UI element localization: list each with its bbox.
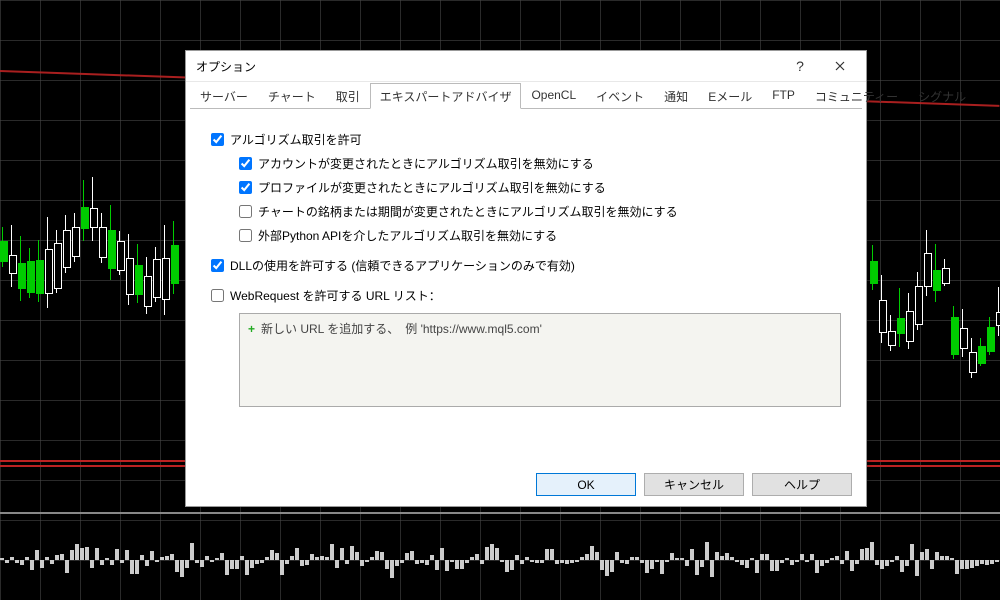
checkbox-input[interactable] <box>211 133 224 146</box>
close-icon <box>835 61 845 71</box>
panel-separator <box>0 512 1000 514</box>
tab-bar: サーバーチャート取引エキスパートアドバイザOpenCLイベント通知EメールFTP… <box>186 82 866 108</box>
tab-8[interactable]: FTP <box>762 83 805 109</box>
checkbox-label: プロファイルが変更されたときにアルゴリズム取引を無効にする <box>258 179 606 196</box>
checkbox-label: DLLの使用を許可する (信頼できるアプリケーションのみで有効) <box>230 257 575 274</box>
plus-icon: + <box>248 322 255 336</box>
dialog-button-bar: OK キャンセル ヘルプ <box>536 473 852 496</box>
checkbox-label: アカウントが変更されたときにアルゴリズム取引を無効にする <box>258 155 594 172</box>
cancel-button[interactable]: キャンセル <box>644 473 744 496</box>
checkbox-allow-dll[interactable]: DLLの使用を許可する (信頼できるアプリケーションのみで有効) <box>211 253 841 277</box>
checkbox-label: チャートの銘柄または期間が変更されたときにアルゴリズム取引を無効にする <box>258 203 678 220</box>
tab-1[interactable]: チャート <box>258 83 326 109</box>
tab-2[interactable]: 取引 <box>326 83 370 109</box>
dialog-titlebar: オプション ? <box>186 51 866 82</box>
help-button[interactable]: ? <box>780 52 820 80</box>
tab-10[interactable]: シグナル <box>908 83 976 109</box>
close-button[interactable] <box>820 52 860 80</box>
checkbox-label: 外部Python APIを介したアルゴリズム取引を無効にする <box>258 227 557 244</box>
checkbox-input[interactable] <box>239 181 252 194</box>
tab-9[interactable]: コミュニティー <box>805 83 908 109</box>
tab-6[interactable]: 通知 <box>654 83 698 109</box>
checkbox-input[interactable] <box>239 205 252 218</box>
checkbox-label: アルゴリズム取引を許可 <box>230 131 362 148</box>
checkbox-allow-algo-trading[interactable]: アルゴリズム取引を許可 <box>211 127 841 151</box>
checkbox-input[interactable] <box>211 289 224 302</box>
checkbox-allow-webrequest[interactable]: WebRequest を許可する URL リスト： <box>211 283 841 307</box>
tab-3[interactable]: エキスパートアドバイザ <box>370 83 522 109</box>
tab-5[interactable]: イベント <box>586 83 654 109</box>
checkbox-disable-on-profile-change[interactable]: プロファイルが変更されたときにアルゴリズム取引を無効にする <box>239 175 841 199</box>
options-dialog: オプション ? サーバーチャート取引エキスパートアドバイザOpenCLイベント通… <box>185 50 867 507</box>
url-placeholder-text: 新しい URL を追加する、 例 'https://www.mql5.com' <box>261 322 542 336</box>
checkbox-input[interactable] <box>239 229 252 242</box>
help-button[interactable]: ヘルプ <box>752 473 852 496</box>
checkbox-disable-on-chart-change[interactable]: チャートの銘柄または期間が変更されたときにアルゴリズム取引を無効にする <box>239 199 841 223</box>
oscillator-area <box>0 520 1000 595</box>
checkbox-disable-python-api[interactable]: 外部Python APIを介したアルゴリズム取引を無効にする <box>239 223 841 247</box>
tab-content-expert-advisors: アルゴリズム取引を許可 アカウントが変更されたときにアルゴリズム取引を無効にする… <box>186 109 866 417</box>
dialog-title: オプション <box>196 58 780 75</box>
checkbox-disable-on-account-change[interactable]: アカウントが変更されたときにアルゴリズム取引を無効にする <box>239 151 841 175</box>
tab-7[interactable]: Eメール <box>698 83 762 109</box>
ok-button[interactable]: OK <box>536 473 636 496</box>
tab-0[interactable]: サーバー <box>190 83 258 109</box>
url-list-box[interactable]: + 新しい URL を追加する、 例 'https://www.mql5.com' <box>239 313 841 407</box>
checkbox-label: WebRequest を許可する URL リスト： <box>230 287 441 304</box>
checkbox-input[interactable] <box>211 259 224 272</box>
tab-4[interactable]: OpenCL <box>521 83 586 109</box>
checkbox-input[interactable] <box>239 157 252 170</box>
